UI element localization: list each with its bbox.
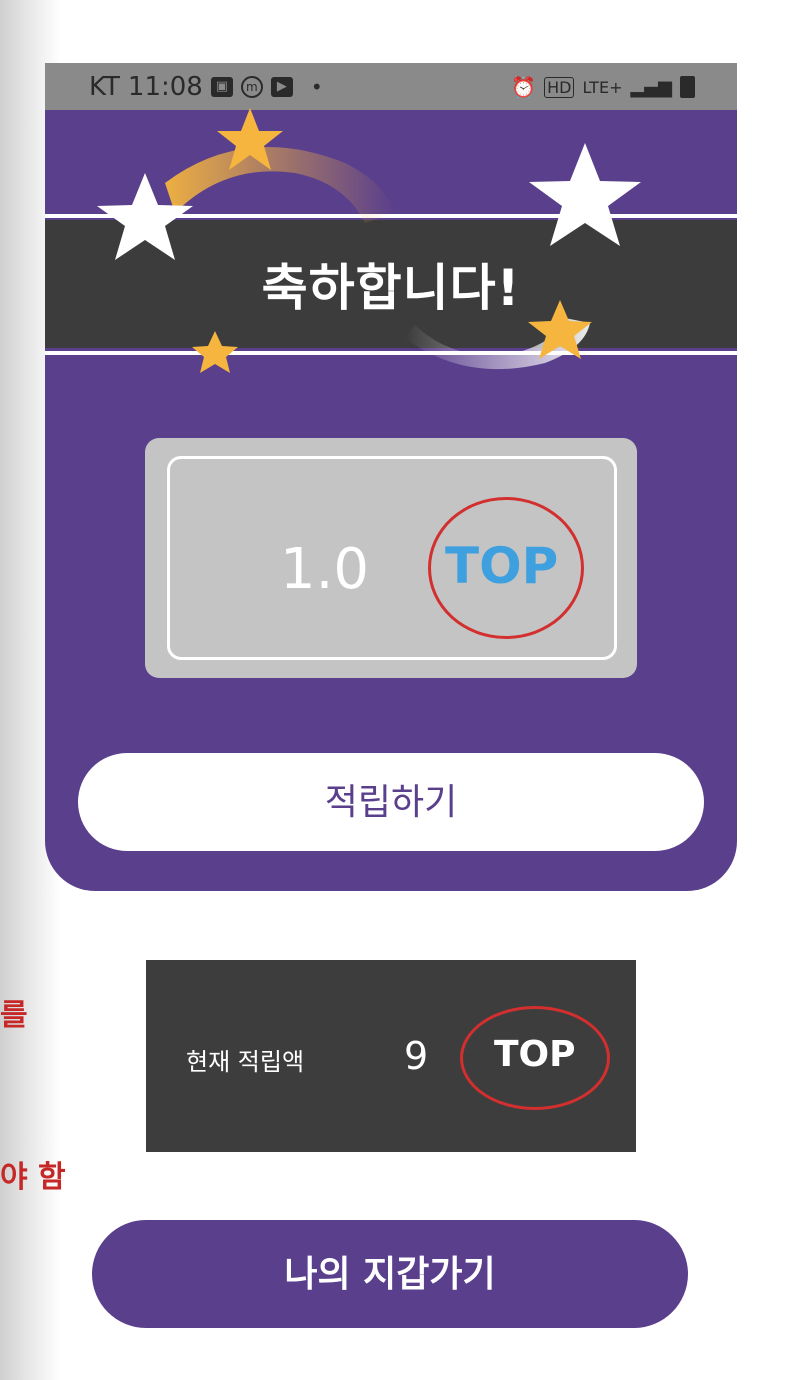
- balance-value: 9: [404, 1034, 429, 1078]
- balance-label: 현재 적립액: [186, 1048, 305, 1076]
- side-note: 야 함: [0, 1160, 66, 1195]
- side-note: 를: [0, 998, 28, 1033]
- annotation-circle: [460, 1006, 610, 1110]
- current-balance-panel: 현재 적립액 9 TOP: [146, 960, 636, 1152]
- reward-amount-frame: 1.0 TOP: [167, 456, 617, 660]
- white-star-icon: [529, 143, 641, 246]
- reward-value: 1.0: [280, 537, 370, 602]
- gold-swoosh: [165, 147, 395, 223]
- save-points-button[interactable]: 적립하기: [78, 753, 704, 851]
- congrats-title: 축하합니다!: [261, 259, 521, 317]
- reward-amount-box: 1.0 TOP: [145, 438, 637, 678]
- gold-star-icon: [192, 331, 238, 373]
- star-decoration: [97, 108, 641, 373]
- annotation-circle: [428, 497, 584, 639]
- reward-popup: KT 11:08 ▣ m ▶ • ⏰ HD LTE+ ▂▄▆ 축하합니다! 1.…: [45, 63, 737, 891]
- go-to-wallet-button[interactable]: 나의 지갑가기: [92, 1220, 688, 1328]
